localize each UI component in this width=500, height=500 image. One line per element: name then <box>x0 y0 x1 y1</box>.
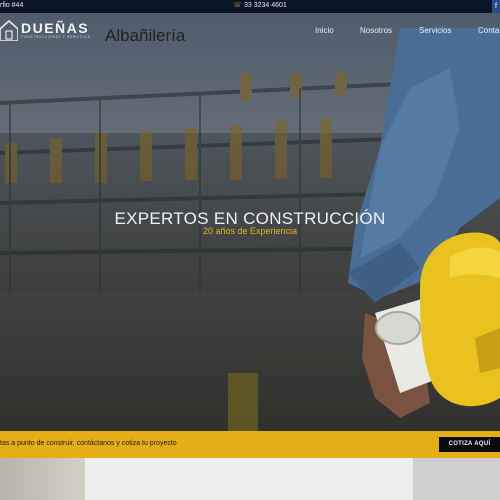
nav-item-nosotros[interactable]: Nosotros <box>360 26 392 35</box>
quote-button[interactable]: COTIZA AQUÍ <box>439 437 500 452</box>
hero-banner: DUEÑAS CONSTRUCCIONES Y SERVICIOS Inicio… <box>0 13 500 431</box>
service-image <box>0 458 85 500</box>
quote-cta-strip: tas a punto de construir, contáctanos y … <box>0 431 500 458</box>
service-title: Albañilería <box>105 26 186 45</box>
top-bar: rfio #44 ☏ 33 3234 4601 f <box>0 0 500 13</box>
services-section <box>0 458 500 500</box>
facebook-icon[interactable]: f <box>492 0 500 13</box>
phone-icon: ☏ <box>233 2 242 9</box>
brand-logo[interactable]: DUEÑAS CONSTRUCCIONES Y SERVICIOS <box>0 19 90 41</box>
nav-item-servicios[interactable]: Servicios <box>419 26 451 35</box>
nav-item-contacto[interactable]: Conta <box>478 26 499 35</box>
nav-item-inicio[interactable]: Inicio <box>315 26 334 35</box>
house-logo-icon <box>0 19 18 41</box>
brand-tagline: CONSTRUCCIONES Y SERVICIOS <box>21 35 91 39</box>
cta-text: tas a punto de construir, contáctanos y … <box>0 440 177 447</box>
address-text: rfio #44 <box>0 2 24 9</box>
phone-number[interactable]: 33 3234 4601 <box>244 2 287 9</box>
phone-contact[interactable]: ☏ 33 3234 4601 <box>233 2 287 9</box>
service-image-right <box>413 458 500 500</box>
hero-subtitle: 20 años de Experiencia <box>202 226 298 236</box>
brand-name: DUEÑAS <box>21 20 90 36</box>
service-card[interactable] <box>85 458 413 500</box>
